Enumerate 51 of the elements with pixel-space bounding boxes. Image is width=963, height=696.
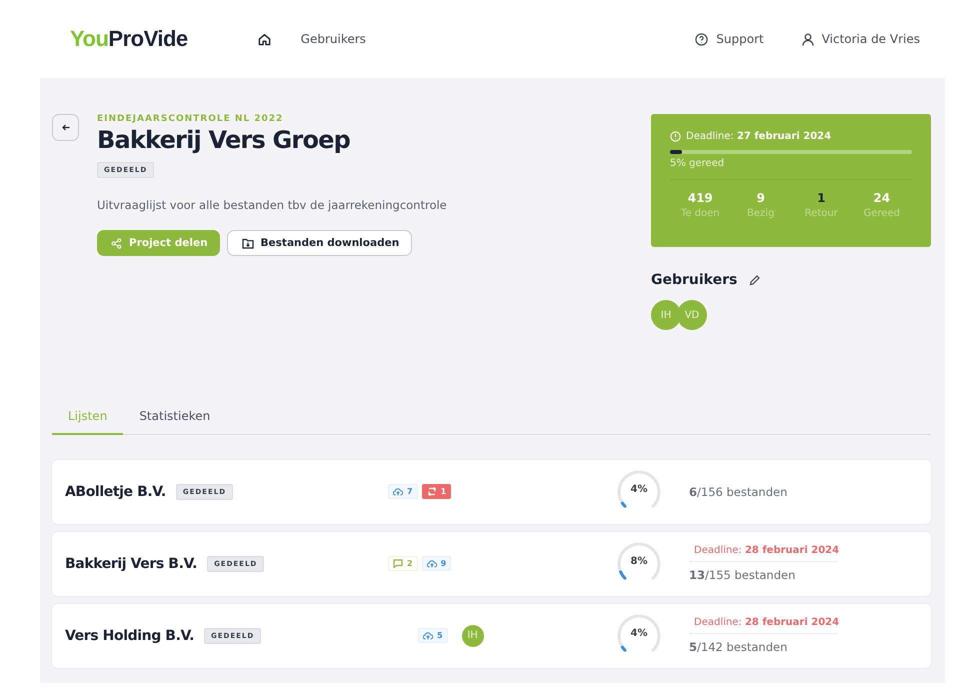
- stat-label: Gereed: [862, 208, 901, 219]
- comment-icon: [393, 559, 403, 568]
- home-icon: [258, 32, 271, 46]
- deadline-text: Deadline: 27 februari 2024: [686, 131, 832, 142]
- progress-percent: 4%: [630, 484, 648, 494]
- stat-label: Retour: [804, 208, 839, 219]
- deadline-text: Deadline: 28 februari 2024: [694, 545, 840, 556]
- upload-count: 7: [388, 484, 418, 499]
- tab[interactable]: Statistieken: [123, 409, 226, 435]
- progress-label: 5% gereed: [670, 158, 912, 180]
- logo[interactable]: YouProVide: [70, 26, 188, 52]
- list-name: Bakkerij Vers B.V.: [65, 556, 198, 572]
- project-category: EINDEJAARSCONTROLE NL 2022: [97, 114, 284, 124]
- users-title: Gebruikers: [651, 272, 738, 288]
- stat-value: 24: [872, 191, 892, 205]
- progress-percent: 4%: [630, 628, 648, 638]
- user-menu[interactable]: Victoria de Vries: [802, 32, 920, 46]
- upload-count: 9: [422, 556, 452, 571]
- cloud-upload-icon: [423, 632, 433, 640]
- cloud-upload-icon: [393, 488, 403, 496]
- download-button[interactable]: Bestanden downloaden: [226, 230, 412, 256]
- project-description: Uitvraaglijst voor alle bestanden tbv de jaarrekeningcontrole: [97, 198, 447, 212]
- user-avatar: IH: [462, 624, 484, 646]
- comment-count: 2: [388, 556, 418, 571]
- home-link[interactable]: [258, 32, 271, 46]
- help-icon: [695, 32, 708, 46]
- return-count: 1: [422, 484, 452, 499]
- cloud-upload-icon: [426, 560, 437, 568]
- repeat-icon: [426, 487, 437, 496]
- stat-value: 419: [686, 191, 714, 205]
- stat-label: Te doen: [680, 208, 721, 219]
- stat-label: Bezig: [746, 208, 776, 219]
- file-count: 5/142 bestanden: [689, 640, 788, 654]
- list-name: Vers Holding B.V.: [65, 628, 194, 644]
- nav-link[interactable]: Gebruikers: [300, 32, 366, 46]
- file-count: 13/155 bestanden: [689, 568, 796, 582]
- deadline-text: Deadline: 28 februari 2024: [694, 617, 840, 628]
- folder-download-icon: [242, 238, 254, 248]
- support-link[interactable]: Support: [695, 32, 764, 46]
- stat-value: 1: [816, 191, 826, 205]
- arrow-left-icon: [62, 124, 70, 131]
- list-name: ABolletje B.V.: [65, 484, 166, 500]
- pencil-icon[interactable]: [749, 274, 760, 286]
- project-title: Bakkerij Vers Groep: [97, 126, 350, 154]
- progress-percent: 8%: [630, 556, 648, 566]
- upload-count: 5: [418, 628, 448, 643]
- user-icon: [802, 32, 814, 46]
- stat-value: 9: [756, 191, 766, 205]
- share-icon: [111, 238, 122, 248]
- alert-icon: [670, 131, 681, 142]
- file-count: 6/156 bestanden: [689, 484, 788, 498]
